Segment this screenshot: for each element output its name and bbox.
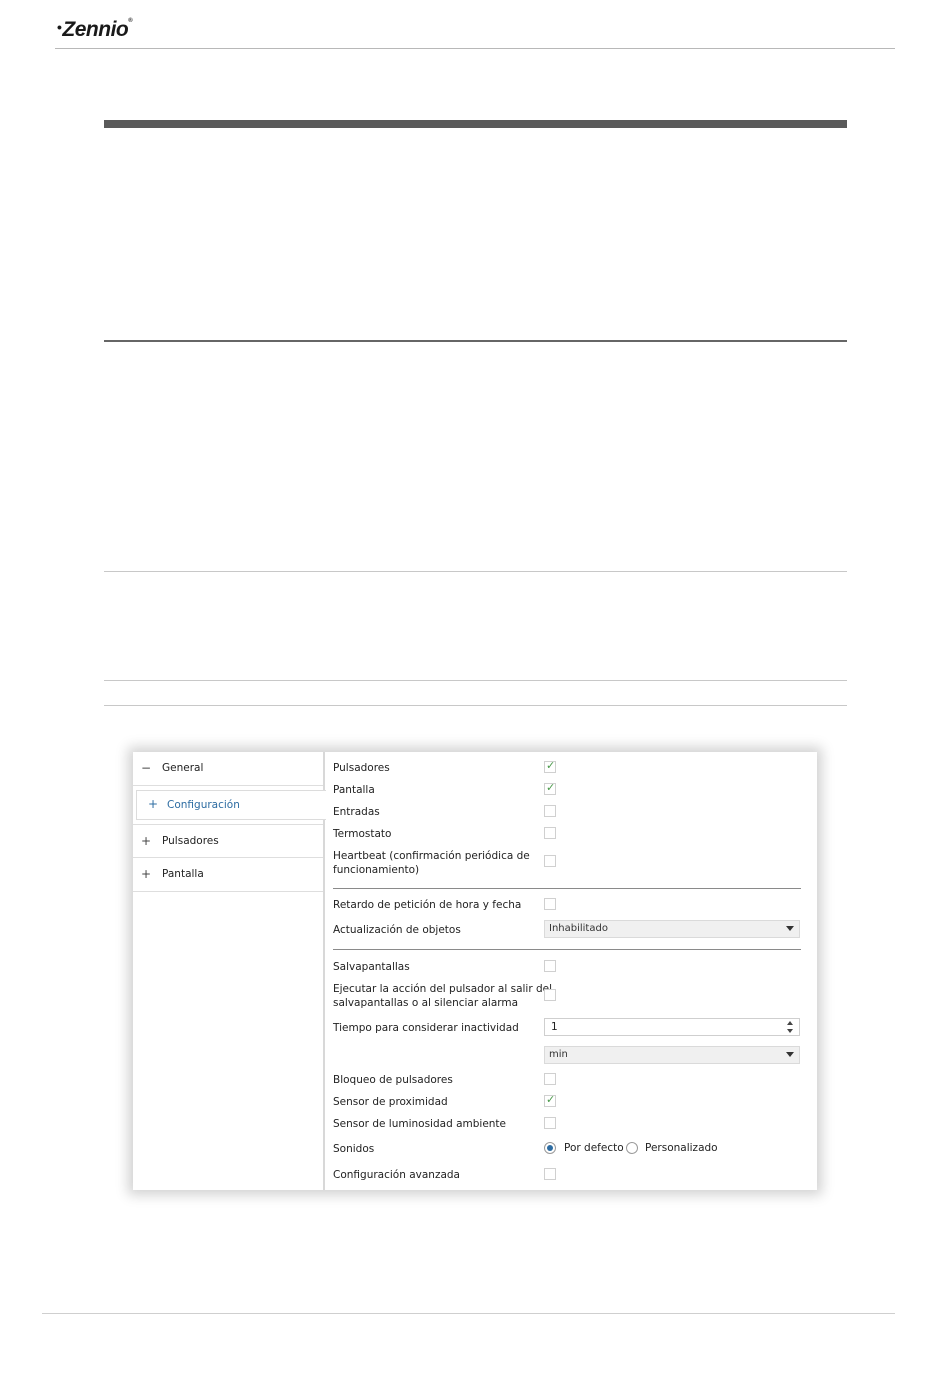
retardo-label: Retardo de petición de hora y fecha bbox=[333, 899, 522, 911]
zennio-logo: •Zennio® bbox=[57, 18, 133, 41]
actualizacion-select[interactable]: Inhabilitado bbox=[544, 920, 800, 938]
proximidad-checkbox[interactable]: ✓ bbox=[544, 1093, 556, 1107]
sonidos-option-label[interactable]: Personalizado bbox=[645, 1142, 718, 1154]
spin-down-icon[interactable] bbox=[787, 1029, 793, 1033]
expand-icon[interactable]: + bbox=[148, 797, 158, 811]
ejecutar-checkbox[interactable] bbox=[544, 989, 556, 1001]
pulsadores-label: Pulsadores bbox=[333, 762, 390, 774]
salvapantallas-label: Salvapantallas bbox=[333, 961, 410, 973]
section-separator bbox=[333, 949, 801, 950]
heartbeat-checkbox[interactable] bbox=[544, 855, 556, 867]
avanzada-label: Configuración avanzada bbox=[333, 1169, 460, 1181]
pantalla-checkbox[interactable]: ✓ bbox=[544, 781, 556, 795]
pulsadores-checkbox[interactable]: ✓ bbox=[544, 759, 556, 773]
sidebar-item-label: Pulsadores bbox=[162, 835, 219, 847]
actualizacion-value: Inhabilitado bbox=[549, 923, 608, 934]
termostato-label: Termostato bbox=[333, 828, 392, 840]
actualizacion-label: Actualización de objetos bbox=[333, 924, 461, 936]
bloqueo-checkbox[interactable] bbox=[544, 1073, 556, 1085]
sidebar-item-general[interactable]: − General bbox=[133, 752, 323, 786]
check-icon: ✓ bbox=[546, 781, 556, 794]
salvapantallas-checkbox[interactable] bbox=[544, 960, 556, 972]
check-icon: ✓ bbox=[546, 1093, 556, 1106]
avanzada-checkbox[interactable] bbox=[544, 1168, 556, 1180]
bloqueo-label: Bloqueo de pulsadores bbox=[333, 1074, 453, 1086]
check-icon: ✓ bbox=[546, 759, 556, 772]
entradas-label: Entradas bbox=[333, 806, 380, 818]
logo-text: Zennio bbox=[62, 18, 129, 41]
pantalla-label: Pantalla bbox=[333, 784, 375, 796]
divider bbox=[104, 340, 847, 342]
header-divider bbox=[55, 48, 895, 49]
ejecutar-label-line1: Ejecutar la acción del pulsador al salir… bbox=[333, 983, 553, 995]
tiempo-value: 1 bbox=[551, 1021, 558, 1033]
section-separator bbox=[333, 888, 801, 889]
thick-rule bbox=[104, 120, 847, 128]
tiempo-unit-value: min bbox=[549, 1049, 568, 1060]
tiempo-label: Tiempo para considerar inactividad bbox=[333, 1022, 519, 1034]
termostato-checkbox[interactable] bbox=[544, 827, 556, 839]
divider bbox=[104, 705, 847, 706]
sonidos-option-label[interactable]: Por defecto bbox=[564, 1142, 624, 1154]
entradas-checkbox[interactable] bbox=[544, 805, 556, 817]
tiempo-unit-select[interactable]: min bbox=[544, 1046, 800, 1064]
ejecutar-label-line2: salvapantallas o al silenciar alarma bbox=[333, 997, 519, 1009]
sidebar: − General + Configuración + Pulsadores +… bbox=[133, 752, 326, 1190]
tiempo-stepper[interactable]: 1 bbox=[544, 1018, 800, 1036]
sonidos-radio-personalizado[interactable] bbox=[626, 1142, 638, 1154]
sidebar-item-configuracion[interactable]: + Configuración bbox=[136, 790, 326, 820]
sonidos-label: Sonidos bbox=[333, 1143, 375, 1155]
expand-icon[interactable]: + bbox=[140, 834, 152, 848]
sonidos-radio-por-defecto[interactable] bbox=[544, 1142, 556, 1154]
sidebar-item-label: Configuración bbox=[167, 799, 240, 811]
divider bbox=[104, 680, 847, 681]
sidebar-item-pantalla[interactable]: + Pantalla bbox=[133, 858, 323, 892]
chevron-down-icon bbox=[786, 926, 794, 931]
proximidad-label: Sensor de proximidad bbox=[333, 1096, 448, 1108]
luminosidad-label: Sensor de luminosidad ambiente bbox=[333, 1118, 507, 1130]
heartbeat-label-line2: funcionamiento) bbox=[333, 864, 420, 876]
heartbeat-label-line1: Heartbeat (confirmación periódica de bbox=[333, 850, 530, 862]
spin-up-icon[interactable] bbox=[787, 1021, 793, 1025]
sidebar-item-label: General bbox=[162, 762, 204, 774]
divider bbox=[104, 571, 847, 572]
sidebar-item-label: Pantalla bbox=[162, 868, 204, 880]
luminosidad-checkbox[interactable] bbox=[544, 1117, 556, 1129]
chevron-down-icon bbox=[786, 1052, 794, 1057]
collapse-icon[interactable]: − bbox=[140, 761, 152, 775]
expand-icon[interactable]: + bbox=[140, 867, 152, 881]
parameters-window: − General + Configuración + Pulsadores +… bbox=[133, 752, 817, 1190]
retardo-checkbox[interactable] bbox=[544, 898, 556, 910]
sidebar-item-pulsadores[interactable]: + Pulsadores bbox=[133, 824, 323, 858]
parameters-panel: Pulsadores ✓ Pantalla ✓ Entradas Termost… bbox=[325, 752, 817, 1190]
footer-divider bbox=[42, 1313, 895, 1314]
radio-selected-dot bbox=[547, 1145, 553, 1151]
